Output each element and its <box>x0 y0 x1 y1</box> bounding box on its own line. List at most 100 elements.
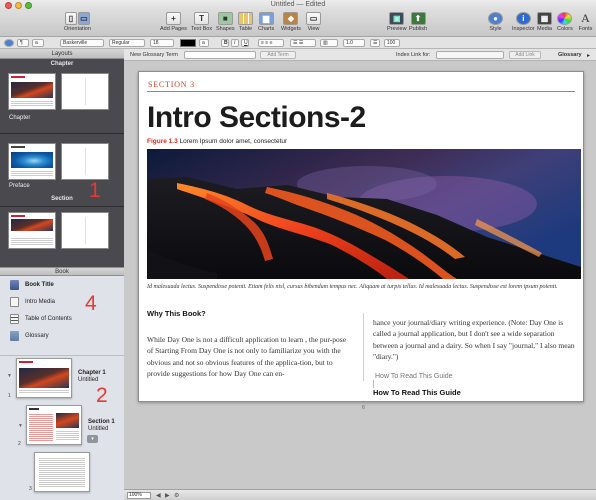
underline-button[interactable]: U <box>241 39 249 47</box>
text-align-control[interactable]: ≡ ≡ ≡ <box>258 39 284 47</box>
publish-button[interactable]: ⬆ Publish <box>409 12 427 32</box>
shapes-icon: ■ <box>217 12 233 25</box>
page-number: 3 <box>29 486 32 492</box>
media-button[interactable]: ▦ Media <box>537 12 552 32</box>
page[interactable]: SECTION 3 Intro Sections-2 Figure 1.3 Lo… <box>138 71 584 402</box>
layouts-panel: Layouts Chapter Chapter Preface Section <box>0 49 124 267</box>
preview-button[interactable]: ▣ Preview <box>387 12 407 32</box>
layouts-header: Layouts <box>0 49 124 59</box>
toc-icon <box>10 314 19 324</box>
status-bar: 100% ◀ ▶ ⚙ <box>124 489 596 500</box>
page-title[interactable]: Intro Sections-2 <box>147 101 366 135</box>
text-box-icon: T <box>194 12 210 25</box>
figure-caption[interactable]: Figure 1.3 Lorem Ipsum dolor amet, conse… <box>147 138 287 145</box>
intro-media-item[interactable]: Intro Media <box>10 296 55 308</box>
add-term-button[interactable]: Add Term <box>260 51 296 59</box>
orientation-label: Orientation <box>64 26 91 32</box>
table-icon <box>238 12 253 25</box>
chapter-1-label: Chapter 1 Untitled <box>78 370 106 383</box>
main-toolbar: ▯ ▭ Orientation + Add Pages T Text Box ■… <box>0 11 596 37</box>
fonts-icon: A <box>581 11 590 25</box>
section-1-thumbnail[interactable] <box>26 405 82 445</box>
zoom-select[interactable]: 100% <box>127 492 151 499</box>
glossary-item[interactable]: Glossary <box>10 330 49 342</box>
section-kicker[interactable]: SECTION 3 <box>148 80 195 89</box>
layout-thumb-section-hero[interactable] <box>8 212 56 249</box>
layout-thumb-section-blank[interactable] <box>61 212 109 249</box>
add-link-button[interactable]: Add Link <box>509 51 541 59</box>
settings-gear-icon[interactable]: ⚙ <box>174 492 179 499</box>
columns-control[interactable]: ▥ <box>320 39 338 47</box>
style-drawer-icon[interactable] <box>4 39 14 47</box>
widgets-button[interactable]: ◆ Widgets <box>281 12 301 32</box>
column-divider <box>363 313 364 381</box>
previous-page-icon[interactable]: ◀ <box>156 492 161 499</box>
bold-button[interactable]: B <box>221 39 229 47</box>
character-style-icon[interactable]: a <box>32 39 44 47</box>
fonts-button[interactable]: A Fonts <box>578 11 593 32</box>
add-pages-button[interactable]: + Add Pages <box>160 12 187 32</box>
right-column[interactable]: hance your journal/diary writing experie… <box>373 317 579 362</box>
section-actions-button[interactable]: ▾ <box>87 435 98 443</box>
section-number: 2 <box>18 441 21 447</box>
glossary-button[interactable]: Glossary <box>558 52 582 58</box>
add-pages-icon: + <box>165 12 181 25</box>
next-page-icon[interactable]: ▶ <box>165 492 170 499</box>
right-body-text: hance your journal/diary writing experie… <box>373 318 575 361</box>
annotation-1: 1 <box>89 179 101 202</box>
highlight-icon[interactable]: a <box>199 39 209 47</box>
document-canvas: SECTION 3 Intro Sections-2 Figure 1.3 Lo… <box>124 61 596 489</box>
text-box-button[interactable]: T Text Box <box>191 12 212 32</box>
portrait-icon[interactable]: ▯ <box>64 12 77 25</box>
table-button[interactable]: Table <box>238 12 253 32</box>
publish-icon: ⬆ <box>410 12 426 25</box>
book-title-item[interactable]: Book Title <box>10 279 54 291</box>
index-link-label: Index Link for: <box>396 52 431 58</box>
layout-thumb-preface-ocean[interactable] <box>8 143 56 180</box>
index-link-select[interactable] <box>436 51 504 59</box>
new-glossary-term-label: New Glossary Term <box>130 52 178 58</box>
image-caption[interactable]: Id malesuada lectus. Suspendisse potenti… <box>147 283 579 291</box>
glossary-term-input[interactable] <box>184 51 256 59</box>
text-color-well[interactable] <box>180 39 196 47</box>
list-style-control[interactable]: ☰ ☰ <box>290 39 316 47</box>
glossary-expand-icon[interactable]: ▸ <box>587 52 590 59</box>
font-size-field[interactable]: 18 <box>150 39 174 47</box>
disclosure-triangle-icon[interactable]: ▼ <box>7 373 12 379</box>
format-bar: ¶ a Baskerville Regular 18 a B I U ≡ ≡ ≡… <box>0 37 596 49</box>
section-1-label: Section 1 Untitled <box>88 419 115 432</box>
layout-thumb-preface-blank[interactable] <box>61 143 109 180</box>
charts-button[interactable]: ▆ Charts <box>258 12 274 32</box>
style-button[interactable]: ● Style <box>488 12 503 32</box>
figure-number: Figure 1.3 <box>147 138 178 145</box>
toc-item[interactable]: Table of Contents <box>10 313 72 325</box>
chapter-1-thumbnail[interactable] <box>16 358 72 398</box>
figure-caption-text: Lorem Ipsum dolor amet, consectetur <box>179 138 288 145</box>
landscape-icon[interactable]: ▭ <box>77 12 90 25</box>
left-column[interactable]: Why This Book? While Day One is not a di… <box>147 309 353 379</box>
italic-button[interactable]: I <box>231 39 239 47</box>
list-bullets-icon[interactable]: ☰ <box>370 39 380 47</box>
left-heading: Why This Book? <box>147 309 206 318</box>
media-page-icon <box>10 297 19 307</box>
read-heading[interactable]: How To Read This Guide <box>373 388 461 397</box>
layout-thumb-chapter-blank[interactable] <box>61 73 109 110</box>
guide-heading[interactable]: How To Read This Guide <box>375 373 453 380</box>
line-spacing-field[interactable]: 1.0 <box>343 39 365 47</box>
inspector-icon: i <box>515 12 531 25</box>
inspector-button[interactable]: i Inspector <box>512 12 535 32</box>
page-3-thumbnail[interactable] <box>34 452 90 492</box>
disclosure-triangle-icon[interactable]: ▼ <box>18 423 23 429</box>
paragraph-style-icon[interactable]: ¶ <box>17 39 29 47</box>
shapes-button[interactable]: ■ Shapes <box>216 12 235 32</box>
layout-thumb-chapter-hero[interactable] <box>8 73 56 110</box>
zoom-select[interactable]: 100 <box>384 39 400 47</box>
font-style-select[interactable]: Regular <box>109 39 145 47</box>
font-family-select[interactable]: Baskerville <box>60 39 104 47</box>
orientation-control[interactable]: ▯ ▭ Orientation <box>64 12 91 32</box>
lava-hero-image[interactable] <box>147 149 581 279</box>
text-cursor <box>373 380 374 388</box>
colors-button[interactable]: Colors <box>557 12 573 32</box>
annotation-2: 2 <box>96 384 108 407</box>
view-button[interactable]: ▭ View <box>306 12 321 32</box>
